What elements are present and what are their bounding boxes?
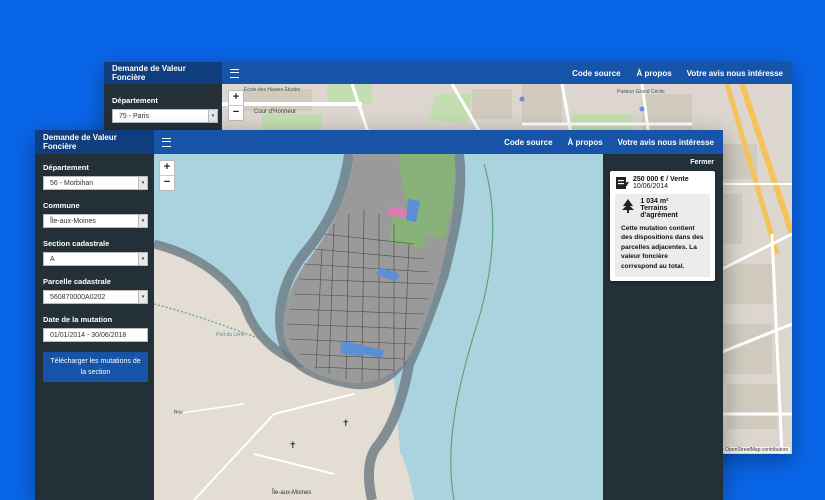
svg-text:✝: ✝ (342, 418, 350, 428)
front-nav-avis[interactable]: Votre avis nous intéresse (618, 138, 714, 147)
back-nav-a-propos[interactable]: À propos (637, 69, 672, 78)
front-sidebar: Département 56 - Morbihan ▾ Commune Île-… (35, 154, 154, 500)
front-zoom-control: + − (159, 160, 175, 191)
mutation-detail-box: 1 034 m² Terrains d'agrément Cette mutat… (615, 194, 710, 278)
date-label: Date de la mutation (43, 315, 113, 324)
back-map-attribution[interactable]: © OpenStreetMap contributors (718, 447, 790, 453)
front-map[interactable]: ✝ ✝ Port du Lério Brie Île-aux-Moines + … (154, 154, 603, 500)
back-menu-toggle-icon[interactable] (230, 68, 239, 78)
front-app-title[interactable]: Demande de Valeur Foncière (35, 130, 154, 154)
date-range-input[interactable]: 01/01/2014 - 30/06/2018 (43, 328, 148, 342)
section-caret-icon: ▾ (138, 253, 147, 265)
parcelle-label: Parcelle cadastrale (43, 277, 111, 286)
front-navbar: Demande de Valeur Foncière Code source À… (35, 130, 723, 154)
section-label: Section cadastrale (43, 239, 110, 248)
back-departement-caret-icon: ▾ (208, 110, 217, 122)
mutation-popup: 250 000 € / Vente 10/06/2014 1 034 m² Te… (610, 171, 715, 281)
commune-select[interactable]: Île-aux-Moines ▾ (43, 214, 148, 228)
front-nav-links: Code source À propos Votre avis nous int… (504, 138, 723, 147)
download-section-button[interactable]: Télécharger les mutations de la section (43, 352, 148, 382)
mutation-description: Cette mutation contient des dispositions… (621, 225, 704, 270)
front-menu-toggle-icon[interactable] (162, 137, 171, 147)
commune-caret-icon: ▾ (138, 215, 147, 227)
commune-label: Commune (43, 201, 80, 210)
front-zoom-in-button[interactable]: + (160, 161, 174, 175)
back-nav-code-source[interactable]: Code source (572, 69, 620, 78)
svg-text:✝: ✝ (289, 440, 297, 450)
parcelle-caret-icon: ▾ (138, 291, 147, 303)
tree-icon (622, 199, 634, 213)
fermer-button[interactable]: Fermer (690, 159, 714, 166)
parcelle-select[interactable]: 560870000A0202 ▾ (43, 290, 148, 304)
back-departement-select[interactable]: 75 - Paris ▾ (112, 109, 218, 123)
back-navbar: Demande de Valeur Foncière Code source À… (104, 62, 792, 84)
front-map-tiles: ✝ ✝ (154, 154, 603, 500)
mutation-price-row: 250 000 € / Vente 10/06/2014 (615, 176, 710, 190)
terrain-area: 1 034 m² (640, 198, 669, 205)
departement-caret-icon: ▾ (138, 177, 147, 189)
front-zoom-out-button[interactable]: − (160, 175, 174, 190)
date-range-value: 01/01/2014 - 30/06/2018 (50, 331, 127, 339)
map-label-brie: Brie (174, 410, 183, 416)
back-departement-value: 75 - Paris (119, 112, 149, 120)
back-departement-label: Département (112, 96, 158, 105)
parcelle-value: 560870000A0202 (50, 293, 106, 301)
commune-value: Île-aux-Moines (50, 217, 96, 225)
section-select[interactable]: A ▾ (43, 252, 148, 266)
sale-document-icon (616, 177, 629, 189)
back-nav-links: Code source À propos Votre avis nous int… (572, 69, 792, 78)
back-map-label-cour: Cour d'Honneur (254, 109, 297, 115)
departement-value: 56 - Morbihan (50, 179, 94, 187)
terrain-row: 1 034 m² Terrains d'agrément (621, 198, 704, 219)
front-nav-code-source[interactable]: Code source (504, 138, 552, 147)
mutation-date: 10/06/2014 (633, 183, 669, 190)
back-zoom-control: + − (228, 90, 244, 121)
departement-select[interactable]: 56 - Morbihan ▾ (43, 176, 148, 190)
departement-label: Département (43, 163, 89, 172)
terrain-type: Terrains d'agrément (640, 205, 678, 219)
front-window: Demande de Valeur Foncière Code source À… (35, 130, 723, 500)
mutation-price: 250 000 € / Vente (633, 176, 689, 183)
back-app-title[interactable]: Demande de Valeur Foncière (104, 62, 222, 84)
back-zoom-out-button[interactable]: − (229, 105, 243, 120)
section-value: A (50, 255, 55, 263)
map-label-ile-aux-moines: Île-aux-Moines (272, 490, 312, 496)
map-label-port: Port du Lério (216, 332, 245, 338)
back-zoom-in-button[interactable]: + (229, 91, 243, 105)
back-map-label-pasteur: Pasteur Grand Cécile (617, 89, 665, 95)
detail-panel: Fermer 250 000 € / Vente 10/06/2014 1 03… (603, 154, 723, 500)
back-nav-avis[interactable]: Votre avis nous intéresse (687, 69, 783, 78)
back-map-label-ecole: École des Hautes Études (244, 87, 301, 93)
front-nav-a-propos[interactable]: À propos (568, 138, 603, 147)
